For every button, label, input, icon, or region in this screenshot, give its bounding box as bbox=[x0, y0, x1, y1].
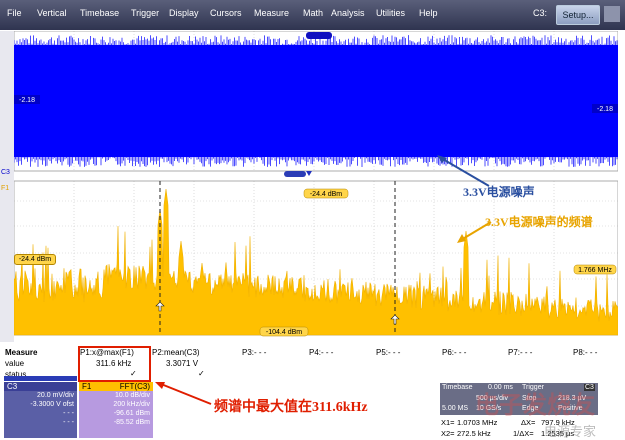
menu-file[interactable]: File bbox=[7, 8, 22, 18]
param-p6-name[interactable]: P6:- - - bbox=[442, 348, 466, 357]
cursor-x1-label: X1= bbox=[441, 418, 455, 427]
annotation-arrow-blue bbox=[437, 155, 490, 187]
param-p2-value: 3.3071 V bbox=[166, 359, 199, 368]
f1-dbdiv: 10.0 dB/div bbox=[114, 392, 150, 399]
watermark-text: 电源专家 bbox=[544, 424, 597, 439]
svg-text:-104.4 dBm: -104.4 dBm bbox=[266, 329, 302, 336]
grip-icon[interactable] bbox=[604, 6, 620, 22]
param-p4-name[interactable]: P4:- - - bbox=[309, 348, 333, 357]
f1-math-panel[interactable]: F1 FFT(C3) 10.0 dB/div 200 kHz/div -96.6… bbox=[79, 382, 153, 438]
f1-right-marker: 1.766 MHz bbox=[573, 264, 617, 275]
menu-timebase[interactable]: Timebase bbox=[80, 8, 119, 18]
c3-line3: - - - bbox=[63, 410, 74, 417]
c3-offset-left: -2.18 bbox=[14, 95, 40, 104]
c3-offset-right: -2.18 bbox=[592, 104, 618, 113]
row-label-value: value bbox=[5, 359, 25, 368]
cursor-x2-label: X2= bbox=[441, 429, 455, 438]
param-p7-name[interactable]: P7:- - - bbox=[508, 348, 532, 357]
measure-title: Measure bbox=[5, 348, 38, 357]
svg-text:1.766 MHz: 1.766 MHz bbox=[578, 267, 612, 274]
svg-text:-24.4 dBm: -24.4 dBm bbox=[310, 191, 342, 198]
menu-help[interactable]: Help bbox=[419, 8, 438, 18]
annotation-max-frequency: 频谱中最大值在311.6kHz bbox=[214, 400, 368, 415]
param-p2-status: ✓ bbox=[198, 369, 205, 378]
annotation-arrow-red bbox=[155, 382, 212, 405]
svg-text:-2.18: -2.18 bbox=[597, 106, 613, 113]
f1-line4: -85.52 dBm bbox=[113, 419, 150, 426]
f1-panel-func: FFT(C3) bbox=[119, 382, 150, 391]
menu-vertical[interactable]: Vertical bbox=[37, 8, 67, 18]
annotation-arrow-yellow bbox=[457, 221, 492, 243]
f1-top-marker: -24.4 dBm bbox=[303, 188, 349, 199]
max-value-highlight bbox=[78, 346, 151, 382]
menu-display[interactable]: Display bbox=[169, 8, 199, 18]
svg-text:-2.18: -2.18 bbox=[19, 97, 35, 104]
f1-left-label: F1 bbox=[1, 185, 10, 192]
menu-utilities[interactable]: Utilities bbox=[376, 8, 405, 18]
menu-trigger[interactable]: Trigger bbox=[131, 8, 159, 18]
param-p8-name[interactable]: P8:- - - bbox=[573, 348, 597, 357]
menu-bar: File Vertical Timebase Trigger Display C… bbox=[0, 0, 625, 30]
trigger-position-marker[interactable] bbox=[306, 32, 332, 39]
c3-trace bbox=[14, 35, 618, 167]
menu-analysis[interactable]: Analysis bbox=[331, 8, 365, 18]
setup-button[interactable]: Setup... bbox=[556, 5, 600, 25]
c3-vdiv: 20.0 mV/div bbox=[37, 392, 74, 399]
param-p2-name[interactable]: P2:mean(C3) bbox=[152, 348, 200, 357]
f1-level-left: -24.4 dBm bbox=[14, 254, 56, 265]
c3-panel-title: C3 bbox=[4, 382, 77, 391]
c3-line4: - - - bbox=[63, 419, 74, 426]
f1-bottom-marker: -104.4 dBm bbox=[259, 326, 309, 337]
f1-line3: -96.61 dBm bbox=[113, 410, 150, 417]
annotation-spectrum: 3.3V电源噪声的频谱 bbox=[485, 215, 593, 229]
menu-measure[interactable]: Measure bbox=[254, 8, 289, 18]
menu-cursors[interactable]: Cursors bbox=[210, 8, 242, 18]
param-p3-name[interactable]: P3:- - - bbox=[242, 348, 266, 357]
param-p5-name[interactable]: P5:- - - bbox=[376, 348, 400, 357]
watermark-logo: 电子发烧友 bbox=[475, 392, 595, 419]
cursor-invdx-label: 1/ΔX= bbox=[513, 429, 534, 438]
f1-panel-title: F1 bbox=[82, 382, 92, 391]
channel-indicator: C3: bbox=[533, 8, 548, 18]
menu-math[interactable]: Math bbox=[303, 8, 323, 18]
timebase-samples: 5.00 MS bbox=[442, 405, 469, 412]
c3-channel-panel[interactable]: C3 20.0 mV/div -3.3000 V ofst - - - - - … bbox=[4, 382, 77, 438]
cursor-x2-value: 272.5 kHz bbox=[457, 429, 491, 438]
f1-hzdiv: 200 kHz/div bbox=[113, 401, 150, 408]
c3-offset: -3.3000 V ofst bbox=[30, 401, 74, 408]
c3-left-label: C3 bbox=[1, 169, 10, 176]
timebase-label: Timebase bbox=[442, 384, 473, 391]
